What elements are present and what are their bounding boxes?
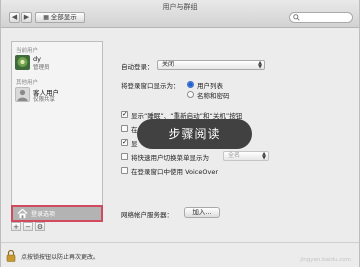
step-reading-overlay[interactable]: 步骤阅读 bbox=[137, 119, 252, 149]
watermark: jingyan.baidu.com bbox=[300, 257, 351, 263]
remove-user-button[interactable]: − bbox=[23, 222, 33, 231]
users-sidebar: 当前用户 dy 管理员 其他用户 客人用户 仅限共享 登录选项 bbox=[11, 41, 103, 222]
gear-button[interactable]: ⚙ bbox=[35, 222, 45, 231]
lock-icon[interactable] bbox=[6, 249, 16, 262]
forward-button[interactable]: ▶ bbox=[21, 12, 32, 23]
checkbox-fast-user-switch[interactable] bbox=[121, 153, 128, 160]
search-icon bbox=[293, 14, 300, 21]
lock-instructions: 点按锁按钮以防止再次更改。 bbox=[21, 254, 100, 261]
join-button[interactable]: 加入... bbox=[184, 207, 220, 218]
guest-user-icon bbox=[17, 89, 28, 101]
checkbox-option-3[interactable]: ✓ bbox=[121, 139, 128, 146]
auto-login-label: 自动登录： bbox=[121, 63, 154, 71]
avatar bbox=[15, 55, 30, 70]
title-bar: 用户与群组 ◀ ▶ ▦ 全部显示 bbox=[1, 0, 359, 28]
option-3-label: 显 bbox=[131, 140, 138, 148]
voiceover-label: 在登录窗口中使用 VoiceOver bbox=[131, 168, 218, 176]
network-server-label: 网络帐户服务器： bbox=[121, 211, 173, 219]
checkbox-option-2[interactable] bbox=[121, 125, 128, 132]
auto-login-value: 关闭 bbox=[162, 61, 175, 68]
login-options-label: 登录选项 bbox=[31, 211, 56, 218]
show-all-button[interactable]: ▦ 全部显示 bbox=[35, 12, 85, 23]
sidebar-item-guest[interactable]: 客人用户 仅限共享 bbox=[15, 86, 101, 104]
add-user-button[interactable]: + bbox=[11, 222, 21, 231]
chevron-updown-icon: ▲ ▼ bbox=[258, 60, 262, 70]
search-input[interactable] bbox=[289, 12, 353, 23]
fast-switch-select[interactable]: 全名 ▲ ▼ bbox=[223, 151, 269, 161]
chevron-updown-icon: ▲ ▼ bbox=[262, 151, 266, 161]
preferences-window: 用户与群组 ◀ ▶ ▦ 全部显示 当前用户 dy 管理员 其他用户 客人用户 仅… bbox=[0, 0, 360, 267]
grid-icon: ▦ bbox=[43, 14, 51, 21]
checkbox-voiceover[interactable] bbox=[121, 167, 128, 174]
window-title: 用户与群组 bbox=[162, 3, 198, 11]
sidebar-item-dy[interactable]: dy 管理员 bbox=[15, 54, 101, 72]
sidebar-item-login-options[interactable]: 登录选项 bbox=[11, 205, 103, 222]
back-button[interactable]: ◀ bbox=[9, 12, 20, 23]
display-login-label: 将登录窗口显示为： bbox=[121, 82, 180, 90]
avatar bbox=[15, 87, 30, 102]
radio-name-password-label: 名称和密码 bbox=[197, 92, 230, 100]
lock-bar: 点按锁按钮以防止再次更改。 jingyan.baidu.com bbox=[1, 242, 359, 267]
radio-user-list[interactable] bbox=[187, 81, 194, 88]
user-name: dy bbox=[33, 55, 41, 63]
guest-role: 仅限共享 bbox=[33, 97, 56, 103]
user-avatar-icon bbox=[15, 55, 30, 70]
checkbox-show-power-buttons[interactable]: ✓ bbox=[121, 111, 128, 118]
radio-user-list-label: 用户列表 bbox=[197, 82, 223, 90]
user-role: 管理员 bbox=[33, 65, 50, 71]
fast-user-switch-label: 将快速用户切换菜单显示为 bbox=[131, 154, 209, 162]
show-all-label: 全部显示 bbox=[50, 13, 77, 21]
fast-switch-value: 全名 bbox=[228, 152, 241, 159]
other-users-heading: 其他用户 bbox=[16, 80, 39, 86]
house-icon bbox=[17, 208, 28, 219]
radio-name-password[interactable] bbox=[187, 91, 194, 98]
current-users-heading: 当前用户 bbox=[16, 48, 39, 54]
auto-login-select[interactable]: 关闭 ▲ ▼ bbox=[157, 60, 265, 70]
